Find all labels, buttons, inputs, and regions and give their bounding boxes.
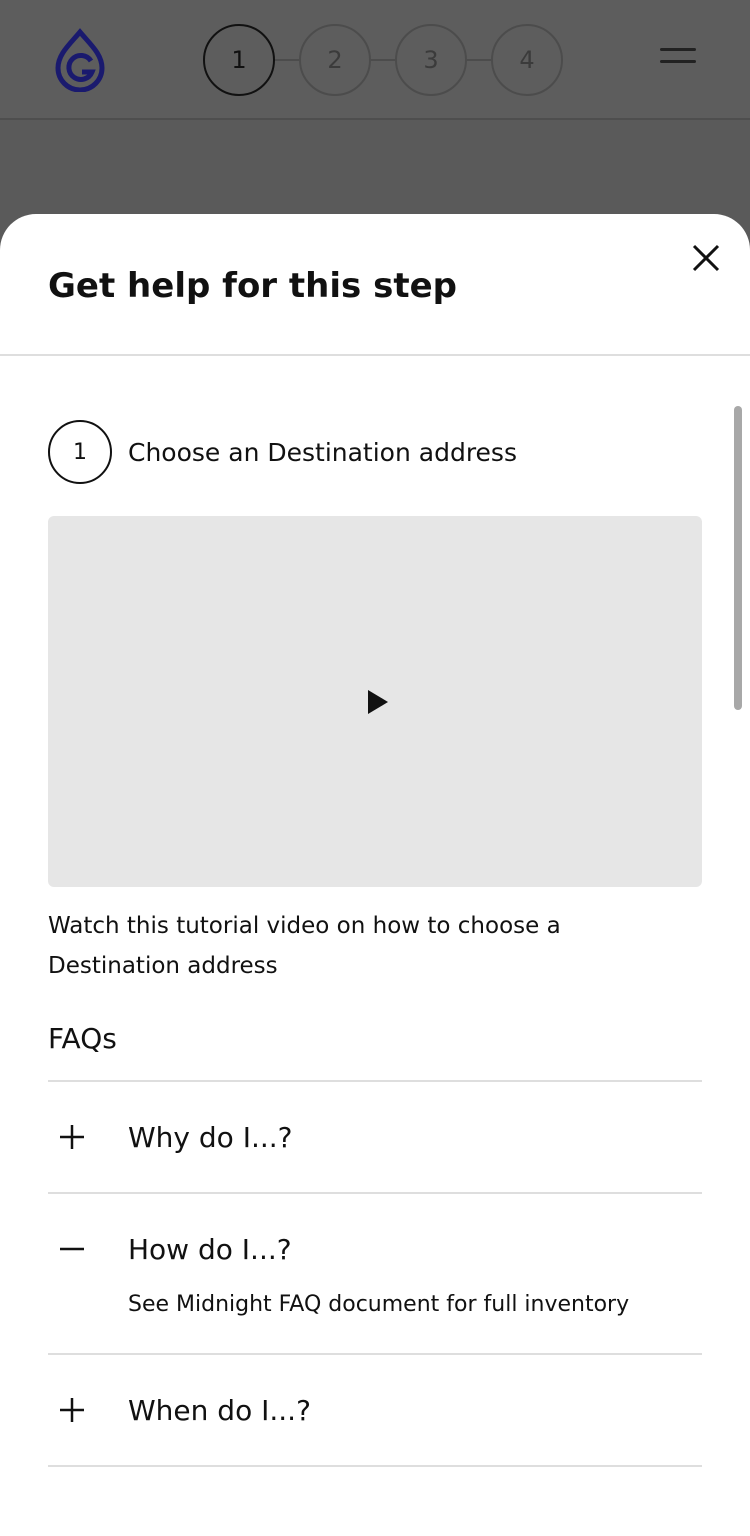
- tutorial-video[interactable]: [48, 516, 702, 887]
- divider: [0, 354, 750, 356]
- sheet-title: Get help for this step: [48, 266, 457, 306]
- faqs-heading: FAQs: [48, 1022, 117, 1055]
- faq-header[interactable]: When do I...?: [48, 1355, 702, 1465]
- current-step: 1 Choose an Destination address: [48, 420, 517, 484]
- step-label: Choose an Destination address: [128, 437, 517, 467]
- faq-header[interactable]: Why do I...?: [48, 1082, 702, 1192]
- plus-icon[interactable]: [48, 1113, 96, 1161]
- faq-header[interactable]: How do I...?: [48, 1194, 702, 1304]
- top-bar: 1 2 3 4: [0, 0, 750, 120]
- page: 1 2 3 4 Get help for this step 1 Choose …: [0, 0, 750, 1536]
- step-4[interactable]: 4: [491, 24, 563, 96]
- faq-item: When do I...?: [48, 1353, 702, 1467]
- video-description: Watch this tutorial video on how to choo…: [48, 913, 561, 979]
- step-connector: [467, 59, 491, 61]
- step-connector: [275, 59, 299, 61]
- help-bottom-sheet: Get help for this step 1 Choose an Desti…: [0, 214, 750, 1536]
- plus-icon[interactable]: [48, 1386, 96, 1434]
- close-icon[interactable]: [690, 242, 722, 274]
- step-2[interactable]: 2: [299, 24, 371, 96]
- step-number-badge: 1: [48, 420, 112, 484]
- faq-item: Why do I...?: [48, 1080, 702, 1192]
- play-icon[interactable]: [368, 690, 388, 714]
- progress-stepper: 1 2 3 4: [203, 24, 563, 96]
- step-1[interactable]: 1: [203, 24, 275, 96]
- faq-question: How do I...?: [128, 1232, 292, 1266]
- minus-icon[interactable]: [48, 1225, 96, 1273]
- step-3[interactable]: 3: [395, 24, 467, 96]
- faq-answer: See Midnight FAQ document for full inven…: [128, 1292, 630, 1317]
- faq-list: Why do I...? How do I...? See Midnight F…: [48, 1080, 702, 1467]
- g-drop-logo-icon[interactable]: [52, 28, 108, 92]
- faq-question: When do I...?: [128, 1393, 311, 1427]
- scrollbar[interactable]: [734, 406, 742, 710]
- faq-question: Why do I...?: [128, 1120, 293, 1154]
- hamburger-menu-icon[interactable]: [660, 48, 696, 72]
- step-connector: [371, 59, 395, 61]
- faq-item: How do I...? See Midnight FAQ document f…: [48, 1192, 702, 1353]
